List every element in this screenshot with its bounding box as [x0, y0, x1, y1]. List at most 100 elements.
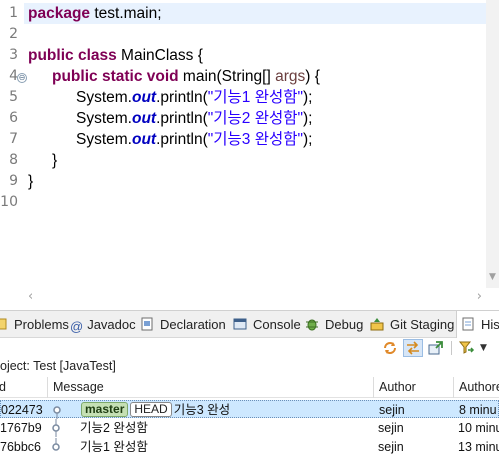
- keyword: public class: [28, 47, 117, 64]
- code-line-method[interactable]: public static void main(String[] args) {: [52, 66, 320, 87]
- commit-message: 기능2 완성함: [80, 421, 148, 435]
- tab-label: Hist: [481, 317, 499, 332]
- commit-time: 13 minu: [458, 440, 499, 454]
- keyword: package: [28, 5, 91, 22]
- method-param: args: [275, 68, 306, 85]
- tab-label: Javadoc: [87, 317, 136, 332]
- commit-id: 1767b9: [0, 421, 42, 435]
- code-token: System.: [76, 89, 132, 106]
- code-line-println[interactable]: System.out.println("기능2 완성함");: [76, 108, 312, 129]
- tab-declaration[interactable]: Declaration: [140, 311, 226, 338]
- filter-icon[interactable]: [458, 339, 478, 357]
- declaration-icon: [140, 313, 156, 331]
- column-header-author[interactable]: Author: [373, 377, 453, 398]
- console-icon: [233, 313, 249, 330]
- scroll-left-arrow-icon[interactable]: ‹: [28, 289, 33, 304]
- tab-git-staging[interactable]: Git Staging: [370, 311, 454, 338]
- tab-console[interactable]: Console: [233, 311, 301, 338]
- line-number: 6: [9, 110, 18, 126]
- column-header-authored[interactable]: Authore: [453, 377, 499, 398]
- line-number: 9: [9, 173, 18, 189]
- scroll-right-arrow-icon[interactable]: ›: [477, 289, 482, 304]
- history-table-header: d Message Author Authore: [0, 377, 499, 398]
- tab-label: Debug: [325, 317, 364, 332]
- line-number: 2: [9, 26, 18, 42]
- toolbar-separator: [451, 341, 452, 355]
- line-number: 8: [9, 152, 18, 168]
- problems-icon: [0, 313, 10, 330]
- code-token: System.: [76, 131, 132, 148]
- static-field: out: [131, 110, 157, 127]
- code-line-package[interactable]: package test.main;: [24, 3, 499, 24]
- table-row[interactable]: 76bbc6 기능1 완성함 sejin 13 minu: [0, 438, 499, 456]
- code-line-close-class[interactable]: }: [28, 171, 33, 192]
- column-header-id[interactable]: d: [0, 377, 6, 398]
- head-badge: HEAD: [130, 402, 172, 417]
- javadoc-icon: @: [70, 319, 84, 334]
- debug-icon: [305, 313, 321, 331]
- line-number: 1: [9, 5, 18, 21]
- method-signature-end: ) {: [305, 68, 320, 85]
- method-signature: main(String[]: [178, 68, 276, 85]
- tab-label: Problems: [14, 317, 69, 332]
- line-number: 3: [9, 47, 18, 63]
- tab-history[interactable]: Hist: [456, 311, 499, 338]
- commit-graph-node-icon: [50, 401, 64, 419]
- compare-mode-icon[interactable]: [427, 339, 447, 357]
- fold-toggle-icon[interactable]: ⊖: [17, 73, 27, 83]
- commit-id: 76bbc6: [0, 440, 42, 454]
- commit-author: sejin: [378, 440, 404, 454]
- code-line-println[interactable]: System.out.println("기능1 완성함");: [76, 87, 312, 108]
- horizontal-scrollbar[interactable]: ‹ ›: [24, 288, 486, 304]
- static-field: out: [131, 131, 157, 148]
- code-line-class[interactable]: public class MainClass {: [28, 45, 203, 66]
- line-number: 4: [9, 68, 18, 84]
- tab-label: Console: [253, 317, 301, 332]
- project-label: oject: Test [JavaTest]: [0, 359, 116, 373]
- bottom-panel-tabbar: Problems @ Javadoc Declaration Console De…: [0, 310, 499, 338]
- string-literal: "기능2 완성함": [207, 110, 304, 127]
- commit-time: 10 minu: [458, 421, 499, 435]
- commit-graph-node-icon: [49, 419, 63, 437]
- tab-javadoc[interactable]: @ Javadoc: [70, 311, 136, 338]
- string-literal: "기능3 완성함": [207, 131, 304, 148]
- line-number: 7: [9, 131, 18, 147]
- commit-author: sejin: [378, 421, 404, 435]
- link-with-selection-icon[interactable]: [403, 339, 423, 357]
- line-number-gutter: 1 2 3 4 5 6 7 8 9 10 ⊖: [0, 0, 27, 288]
- refresh-icon[interactable]: [381, 339, 401, 357]
- static-field: out: [131, 89, 157, 106]
- chevron-down-icon[interactable]: ▼: [480, 339, 492, 357]
- history-toolbar: ▼: [0, 338, 499, 358]
- commit-id: 022473: [1, 403, 43, 417]
- commit-message: 기능3 완성: [173, 403, 231, 417]
- table-row[interactable]: 022473 master HEAD 기능3 완성 sejin 8 minu: [0, 400, 499, 419]
- code-line-close-method[interactable]: }: [52, 150, 57, 171]
- tab-problems[interactable]: Problems: [0, 311, 69, 338]
- string-literal: "기능1 완성함": [207, 89, 304, 106]
- commit-message-cell: master HEAD 기능3 완성: [81, 401, 371, 419]
- line-number: 5: [9, 89, 18, 105]
- branch-badge: master: [81, 402, 129, 417]
- keyword: public static void: [52, 68, 179, 85]
- tab-label: Git Staging: [390, 317, 455, 332]
- git-staging-icon: [370, 313, 386, 331]
- code-token: );: [303, 110, 313, 127]
- code-token: System.: [76, 110, 132, 127]
- commit-graph-node-icon: [49, 438, 63, 456]
- code-line-println[interactable]: System.out.println("기능3 완성함");: [76, 129, 312, 150]
- table-row[interactable]: 1767b9 기능2 완성함 sejin 10 minu: [0, 419, 499, 437]
- line-number: 10: [0, 194, 18, 210]
- code-token: .println(: [156, 131, 208, 148]
- package-name: test.main;: [90, 5, 162, 22]
- scroll-down-arrow-icon[interactable]: ▼: [489, 272, 496, 282]
- commit-author: sejin: [379, 403, 405, 417]
- code-editor[interactable]: 1 2 3 4 5 6 7 8 9 10 ⊖ package test.main…: [0, 0, 499, 288]
- tab-label: Declaration: [160, 317, 226, 332]
- commit-message: 기능1 완성함: [80, 440, 148, 454]
- code-token: .println(: [156, 110, 208, 127]
- column-header-message[interactable]: Message: [47, 377, 373, 398]
- commit-time: 8 minu: [459, 403, 497, 417]
- vertical-scrollbar[interactable]: ▼: [486, 0, 499, 288]
- tab-debug[interactable]: Debug: [305, 311, 363, 338]
